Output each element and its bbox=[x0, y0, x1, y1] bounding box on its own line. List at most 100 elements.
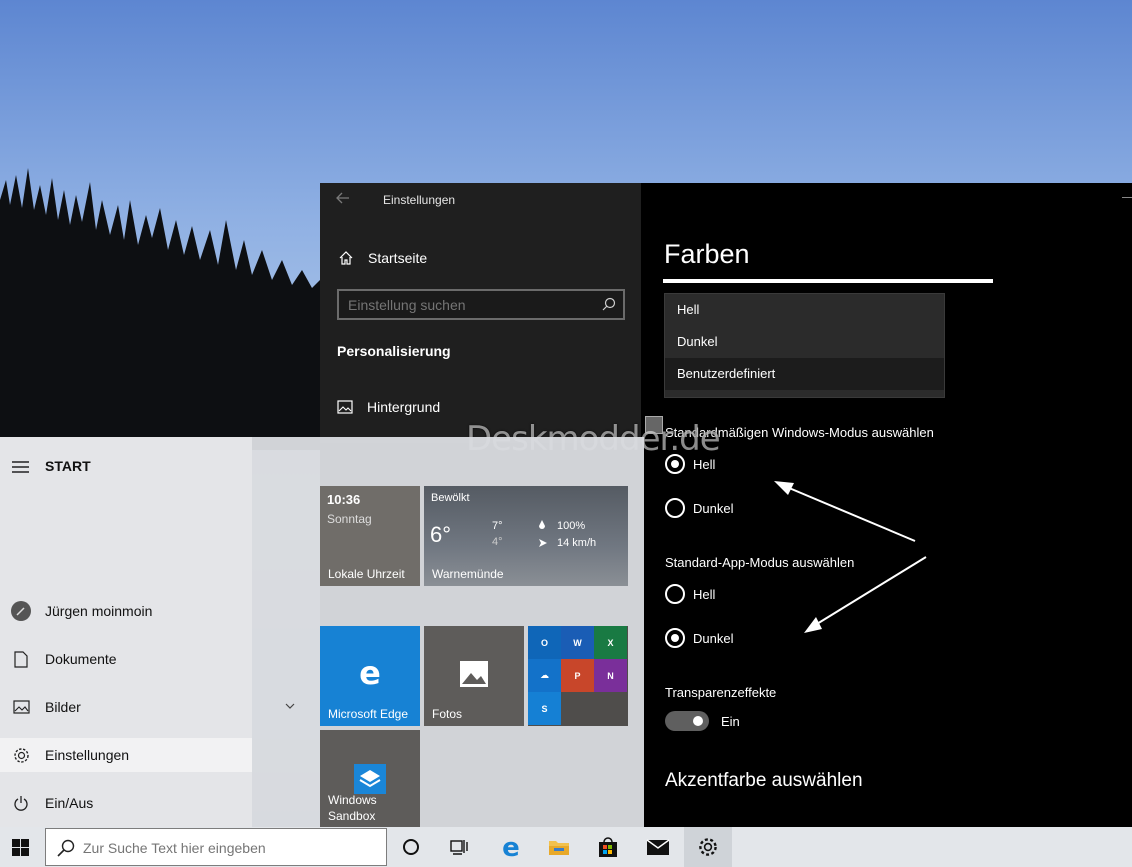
weather-wind: 14 km/h bbox=[557, 537, 597, 549]
edge-tile-label: Microsoft Edge bbox=[328, 707, 409, 721]
gear-icon bbox=[13, 747, 29, 763]
hamburger-menu-icon[interactable] bbox=[12, 460, 30, 474]
pen-icon bbox=[645, 416, 663, 434]
skype-icon: S bbox=[528, 692, 561, 725]
windows-start-icon[interactable] bbox=[12, 839, 29, 856]
weather-humidity: 100% bbox=[557, 520, 586, 532]
store-icon[interactable] bbox=[584, 827, 632, 867]
sandbox-icon bbox=[354, 764, 386, 794]
toggle-knob bbox=[693, 716, 703, 726]
office-apps-folder-tile[interactable]: O W X ☁ P N S bbox=[528, 626, 628, 726]
search-icon bbox=[602, 297, 616, 311]
settings-search-box[interactable] bbox=[337, 289, 625, 320]
radio-label: Hell bbox=[693, 586, 716, 602]
settings-label: Einstellungen bbox=[45, 747, 130, 763]
page-title: Farben bbox=[664, 239, 750, 269]
user-name: Jürgen moinmoin bbox=[45, 603, 153, 619]
photos-icon bbox=[460, 661, 488, 687]
nav-item-label: Hintergrund bbox=[367, 399, 441, 415]
documents-label: Dokumente bbox=[45, 651, 117, 667]
dropdown-option-dark[interactable]: Dunkel bbox=[665, 326, 944, 358]
weather-high: 7° bbox=[492, 520, 503, 532]
transparency-toggle[interactable]: Ein bbox=[665, 711, 740, 731]
color-mode-dropdown[interactable]: Hell Dunkel Benutzerdefiniert bbox=[664, 293, 945, 398]
settings-item[interactable]: Einstellungen bbox=[0, 738, 252, 772]
edge-tile[interactable]: e Microsoft Edge bbox=[320, 626, 420, 726]
settings-search-input[interactable] bbox=[339, 291, 589, 318]
taskbar-search-input[interactable] bbox=[83, 837, 373, 859]
sandbox-label-line1: Windows bbox=[328, 793, 377, 807]
radio-indicator bbox=[665, 584, 685, 604]
annotation-arrows bbox=[774, 481, 927, 633]
arrow-lower bbox=[811, 556, 927, 628]
chevron-down-icon[interactable] bbox=[285, 703, 295, 710]
weather-location: Warnemünde bbox=[432, 567, 504, 581]
weather-temp: 6° bbox=[430, 522, 452, 547]
radio-label: Dunkel bbox=[693, 630, 734, 646]
power-label: Ein/Aus bbox=[45, 795, 94, 811]
mail-icon[interactable] bbox=[634, 827, 682, 867]
svg-text:e: e bbox=[359, 658, 381, 688]
power-icon bbox=[14, 795, 28, 811]
weather-tile[interactable]: Bewölkt 6° 7° 4° 100% 14 km/h Warnemünde bbox=[424, 486, 628, 586]
nav-home-label: Startseite bbox=[368, 250, 428, 266]
powerpoint-icon: P bbox=[561, 659, 594, 692]
power-item[interactable]: Ein/Aus bbox=[0, 786, 252, 820]
settings-gear-icon[interactable] bbox=[684, 827, 732, 867]
transparency-label: Transparenzeffekte bbox=[665, 685, 777, 700]
photos-tile-label: Fotos bbox=[432, 707, 463, 721]
settings-nav-pane: Einstellungen Startseite Personalisierun… bbox=[320, 183, 641, 443]
dropdown-option-custom[interactable]: Benutzerdefiniert bbox=[665, 358, 944, 390]
dropdown-option-light[interactable]: Hell bbox=[665, 294, 944, 326]
nav-item-background[interactable]: Hintergrund bbox=[337, 399, 440, 415]
start-menu-left-rail: START Jürgen moinmoin Dokumente Bilder E… bbox=[0, 437, 252, 827]
onedrive-icon: ☁ bbox=[528, 659, 561, 692]
search-icon bbox=[57, 839, 75, 857]
window-title: Einstellungen bbox=[383, 193, 456, 207]
start-menu: START Jürgen moinmoin Dokumente Bilder E… bbox=[0, 437, 644, 827]
windows-sandbox-tile[interactable]: Windows Sandbox bbox=[320, 730, 420, 827]
cortana-icon[interactable] bbox=[387, 827, 435, 867]
radio-indicator bbox=[665, 498, 685, 518]
edge-icon: e bbox=[359, 658, 381, 688]
picture-icon bbox=[12, 700, 30, 714]
back-arrow-icon[interactable] bbox=[336, 191, 354, 211]
pictures-label: Bilder bbox=[45, 699, 81, 715]
user-avatar-icon bbox=[11, 601, 31, 621]
document-icon bbox=[14, 650, 28, 668]
windows-mode-dark-radio[interactable]: Dunkel bbox=[665, 498, 733, 518]
weather-condition: Bewölkt bbox=[431, 492, 470, 504]
humidity-drop-icon bbox=[539, 520, 545, 529]
accent-color-heading: Akzentfarbe auswählen bbox=[665, 770, 863, 791]
forest-silhouette bbox=[0, 168, 330, 450]
app-mode-dark-radio[interactable]: Dunkel bbox=[665, 628, 733, 648]
svg-text:e: e bbox=[502, 835, 520, 859]
clock-tile-label: Lokale Uhrzeit bbox=[328, 567, 405, 581]
clock-tile[interactable]: 10:36 Sonntag Lokale Uhrzeit bbox=[320, 486, 420, 586]
word-icon: W bbox=[561, 626, 594, 659]
task-view-icon[interactable] bbox=[435, 827, 483, 867]
start-header: START bbox=[45, 458, 91, 474]
toggle-state-label: Ein bbox=[721, 713, 740, 729]
clock-time: 10:36 bbox=[327, 492, 361, 507]
picture-icon bbox=[337, 400, 353, 414]
pictures-item[interactable]: Bilder bbox=[0, 690, 252, 724]
taskbar: e bbox=[0, 827, 1132, 867]
sandbox-label-line2: Sandbox bbox=[328, 809, 376, 823]
file-explorer-icon[interactable] bbox=[535, 827, 583, 867]
arrow-upper bbox=[781, 484, 916, 542]
excel-icon: X bbox=[594, 626, 627, 659]
taskbar-search-box[interactable] bbox=[45, 828, 387, 866]
toggle-track[interactable] bbox=[665, 711, 709, 731]
user-account-item[interactable]: Jürgen moinmoin bbox=[0, 594, 252, 628]
arrow-lower-head bbox=[804, 617, 822, 633]
outlook-icon: O bbox=[528, 626, 561, 659]
title-underline bbox=[663, 279, 993, 283]
photos-tile[interactable]: Fotos bbox=[424, 626, 524, 726]
documents-item[interactable]: Dokumente bbox=[0, 642, 252, 676]
nav-section-heading: Personalisierung bbox=[337, 343, 451, 359]
home-icon bbox=[339, 251, 353, 265]
app-mode-light-radio[interactable]: Hell bbox=[665, 584, 715, 604]
nav-home-link[interactable]: Startseite bbox=[338, 247, 628, 269]
edge-icon[interactable]: e bbox=[487, 827, 535, 867]
